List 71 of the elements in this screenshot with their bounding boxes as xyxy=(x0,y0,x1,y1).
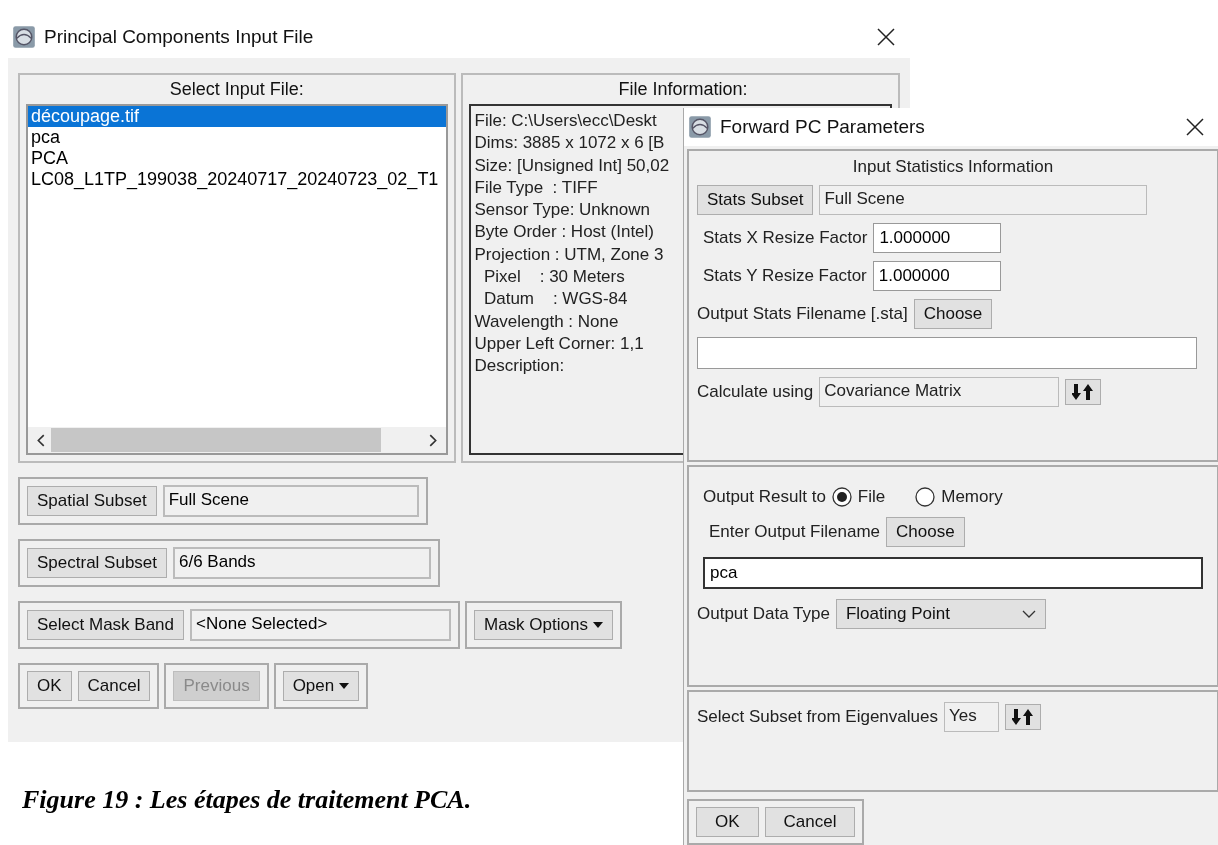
field-label: Stats X Resize Factor xyxy=(703,228,868,248)
field-label: Select Subset from Eigenvalues xyxy=(697,707,938,727)
field-label: Output Data Type xyxy=(697,604,830,624)
scrollbar-thumb[interactable] xyxy=(51,428,381,452)
app-icon xyxy=(12,24,36,49)
file-list-item[interactable]: PCA xyxy=(28,148,446,169)
dialog-button[interactable]: Open xyxy=(282,671,360,701)
panel-heading: Select Input File: xyxy=(169,79,304,100)
info-line: Sensor Type: Unknown xyxy=(474,199,650,222)
info-line: Size: [Unsigned Int] 50,02 xyxy=(474,154,670,177)
file-list-item[interactable]: découpage.tif xyxy=(28,106,446,127)
section-heading: Input Statistics Information xyxy=(852,157,1054,177)
radio-icon[interactable] xyxy=(915,487,936,507)
info-line: File Type : TIFF xyxy=(474,176,598,199)
dialog-button[interactable]: Cancel xyxy=(764,807,856,837)
app-icon xyxy=(688,115,712,139)
mask-options-button[interactable]: Mask Options xyxy=(474,610,613,640)
caret-icon xyxy=(339,683,350,689)
info-line: Wavelength : None xyxy=(474,310,619,333)
calculate-value: Covariance Matrix xyxy=(819,377,1060,407)
arrows-icon xyxy=(1011,709,1034,725)
field-label: Output Result to xyxy=(703,487,826,507)
dialog-button[interactable]: OK xyxy=(696,807,759,837)
info-line: Datum : WGS-84 xyxy=(482,288,628,311)
subset-value: 6/6 Bands xyxy=(173,547,431,579)
data-type-dropdown[interactable]: Floating Point xyxy=(835,599,1046,629)
info-line: Dims: 3885 x 1072 x 6 [B xyxy=(474,132,665,155)
info-line: Byte Order : Host (Intel) xyxy=(474,221,654,244)
file-list-item[interactable]: pca xyxy=(28,127,446,148)
horizontal-scrollbar[interactable] xyxy=(28,427,446,453)
window-title: Forward PC Parameters xyxy=(720,116,926,138)
field-label: Stats Y Resize Factor xyxy=(703,266,867,286)
eigenvalues-value: Yes xyxy=(943,702,999,732)
field-label: Enter Output Filename xyxy=(709,522,881,542)
field-label: Calculate using xyxy=(697,382,814,402)
stats-subset-value: Full Scene xyxy=(819,185,1148,215)
close-icon[interactable] xyxy=(876,26,896,47)
choose-button[interactable]: Choose xyxy=(886,517,965,547)
filename-field[interactable]: pca xyxy=(703,557,1203,589)
subset-value: Full Scene xyxy=(162,485,419,517)
dialog-button[interactable]: OK xyxy=(27,671,72,701)
subset-value: <None Selected> xyxy=(190,609,451,641)
file-list-item[interactable]: LC08_L1TP_199038_20240717_20240723_02_T1 xyxy=(28,169,446,190)
info-line: Description: xyxy=(474,355,565,378)
close-icon[interactable] xyxy=(1185,117,1205,137)
subset-button[interactable]: Spectral Subset xyxy=(27,548,167,578)
caret-icon xyxy=(592,622,603,628)
radio-button[interactable]: Memory xyxy=(915,487,1003,507)
info-line: Pixel : 30 Meters xyxy=(482,266,625,289)
input-field[interactable]: 1.000000 xyxy=(872,261,1001,291)
file-list[interactable]: découpage.tif pca PCA LC08_L1TP_199038_20240717_20240723_02_T1 xyxy=(26,104,448,455)
info-line: Projection : UTM, Zone 3 xyxy=(474,243,664,266)
chevron-icon xyxy=(1021,610,1036,618)
radio-icon[interactable] xyxy=(831,487,852,507)
input-field[interactable]: 1.000000 xyxy=(873,223,1002,253)
subset-button[interactable]: Spatial Subset xyxy=(27,486,157,516)
window-title: Principal Components Input File xyxy=(44,25,315,48)
subset-button[interactable]: Select Mask Band xyxy=(27,610,184,640)
field-label: Output Stats Filename [.sta] xyxy=(697,304,908,324)
input-field[interactable] xyxy=(697,337,1197,369)
stats-subset-button[interactable]: Stats Subset xyxy=(697,185,814,215)
radio-button[interactable]: File xyxy=(831,487,886,507)
figure-caption: Figure 19 : Les étapes de traitement PCA. xyxy=(22,785,472,815)
choose-button[interactable]: Choose xyxy=(913,299,993,329)
panel-heading: File Information: xyxy=(617,79,748,100)
dialog-button[interactable]: Cancel xyxy=(77,671,151,701)
info-line: Upper Left Corner: 1,1 xyxy=(474,332,644,355)
arrows-icon xyxy=(1072,384,1095,400)
info-line: File: C:\Users\ecc\Deskt xyxy=(474,110,657,132)
toggle-button[interactable] xyxy=(1065,379,1102,405)
toggle-button[interactable] xyxy=(1004,704,1041,730)
